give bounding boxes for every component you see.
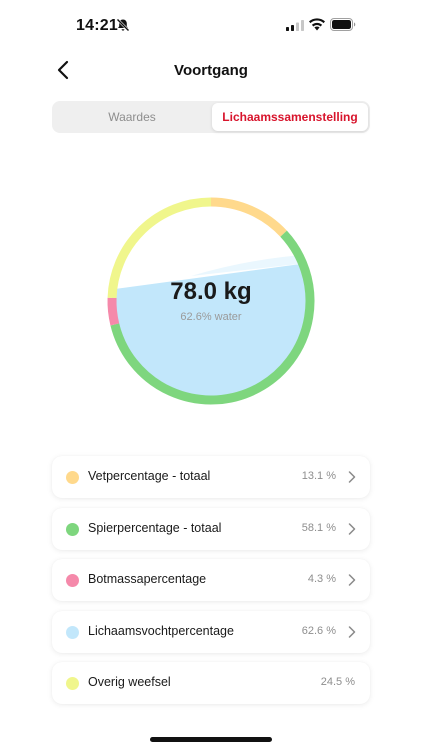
chevron-right-icon [348,625,356,638]
segmented-control: Waardes Lichaamssamenstelling [52,101,370,133]
chevron-right-icon [348,574,356,586]
list-item-value: 4.3 % [307,573,336,585]
ring-segment-fat [210,197,287,237]
list-item-label: Botmassapercentage [88,572,207,586]
color-dot [66,471,79,484]
color-dot [66,677,79,690]
list-item-lichaamsvochtpercentage[interactable]: Lichaamsvochtpercentage 62.6 % [52,610,370,653]
color-dot [66,625,79,639]
water-percentage-label: 62.6% water [180,311,242,323]
list-item-botmassapercentage[interactable]: Botmassapercentage 4.3 % [52,559,370,601]
tab-lichaamssamenstelling[interactable]: Lichaamssamenstelling [212,103,368,131]
status-bar: 14:21 [0,0,422,50]
battery-icon [330,18,356,31]
list-item-label: Lichaamsvochtpercentage [88,623,234,638]
list-item-overig-weefsel[interactable]: Overig weefsel 24.5 % [52,662,370,704]
list-item-label: Overig weefsel [88,675,171,689]
status-time: 14:21 [76,17,118,34]
list-item-value: 62.6 % [301,624,336,637]
metric-list: Vetpercentage - totaal 13.1 % Spierperce… [52,456,370,714]
page-title: Voortgang [174,62,248,79]
color-dot [66,522,79,536]
list-item-label: Vetpercentage - totaal [88,469,211,483]
list-item-spierpercentage[interactable]: Spierpercentage - totaal 58.1 % [52,507,370,550]
wifi-icon [309,18,325,31]
chevron-right-icon [348,522,356,535]
bell-muted-icon [116,18,130,32]
body-composition-chart: 78.0 kg 62.6% water [106,196,316,406]
list-item-value: 13.1 % [301,470,336,482]
cellular-signal-icon [286,20,304,31]
home-indicator [150,737,272,742]
list-item-value: 58.1 % [301,521,336,534]
total-weight: 78.0 kg [170,278,252,305]
nav-bar: Voortgang [0,50,422,92]
chevron-right-icon [348,471,356,483]
tab-waardes[interactable]: Waardes [54,103,210,131]
list-item-label: Spierpercentage - totaal [88,520,222,535]
color-dot [66,574,79,587]
list-item-vetpercentage[interactable]: Vetpercentage - totaal 13.1 % [52,456,370,498]
list-item-value: 24.5 % [320,676,355,688]
